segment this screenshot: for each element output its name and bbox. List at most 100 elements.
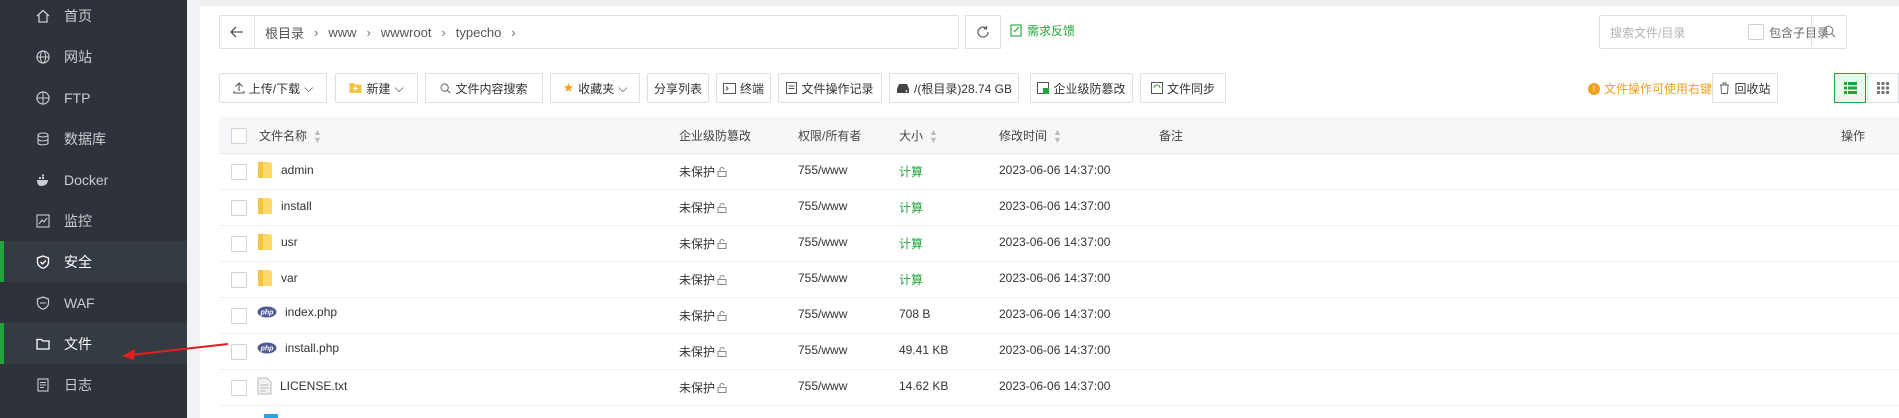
sidebar-item-logs[interactable]: 日志 — [0, 364, 187, 405]
grid-view-icon — [1877, 82, 1889, 94]
share-list-button[interactable]: 分享列表 — [647, 73, 709, 103]
permission-owner[interactable]: 755/www — [798, 199, 847, 213]
file-name[interactable]: usr — [281, 235, 298, 249]
row-checkbox[interactable] — [231, 272, 247, 288]
row-checkbox[interactable] — [231, 380, 247, 396]
file-size[interactable]: 计算 — [899, 163, 923, 180]
file-name-cell[interactable]: usr — [257, 233, 298, 251]
tamper-status[interactable]: 未保护 — [679, 271, 727, 288]
file-name[interactable]: install — [281, 199, 312, 213]
unlock-icon — [717, 383, 727, 393]
sidebar-item-home[interactable]: 首页 — [0, 0, 187, 36]
header-name[interactable]: 文件名称 ▲ ▼ — [259, 127, 322, 144]
breadcrumb[interactable]: 根目录 › www › wwwroot › typecho › — [219, 15, 959, 49]
modified-time: 2023-06-06 14:37:00 — [999, 199, 1111, 213]
search-button[interactable] — [1811, 16, 1846, 46]
file-name[interactable]: LICENSE.txt — [280, 379, 347, 393]
folder-icon — [258, 234, 272, 250]
table-row[interactable]: LICENSE.txt 未保护 755/www 14.62 KB 2023-06-06 … — [219, 369, 1899, 406]
table-row[interactable]: usr 未保护 755/www 计算 2023-06-06 14:37:00 — [219, 225, 1899, 262]
list-view-button[interactable] — [1834, 73, 1866, 103]
table-row[interactable]: admin 未保护 755/www 计算 2023-06-06 14:37:00 — [219, 153, 1899, 190]
tamper-status[interactable]: 未保护 — [679, 163, 727, 180]
file-icon — [264, 414, 278, 418]
sidebar-item-monitor[interactable]: 监控 — [0, 200, 187, 241]
tamper-proof-button[interactable]: 企业级防篡改 — [1030, 73, 1133, 103]
log-icon — [786, 82, 798, 94]
modified-time: 2023-06-06 14:37:00 — [999, 235, 1111, 249]
tamper-status[interactable]: 未保护 — [679, 343, 727, 360]
permission-owner[interactable]: 755/www — [798, 307, 847, 321]
file-name[interactable]: admin — [281, 163, 314, 177]
file-sync-button[interactable]: 文件同步 — [1140, 73, 1226, 103]
monitor-icon — [34, 212, 52, 230]
content-search-button[interactable]: 文件内容搜索 — [425, 73, 543, 103]
new-folder-icon — [349, 83, 362, 93]
upload-download-button[interactable]: 上传/下载 ⌵ — [219, 73, 327, 103]
tamper-status[interactable]: 未保护 — [679, 199, 727, 216]
operation-log-button[interactable]: 文件操作记录 — [778, 73, 882, 103]
file-name-cell[interactable]: var — [257, 269, 298, 287]
crumb-typecho[interactable]: typecho — [456, 25, 502, 40]
terminal-button[interactable]: 终端 — [716, 73, 771, 103]
sync-icon — [1150, 82, 1163, 94]
sidebar-item-docker[interactable]: Docker — [0, 159, 187, 200]
select-all-checkbox[interactable] — [231, 128, 247, 144]
grid-view-button[interactable] — [1867, 73, 1899, 103]
folder-icon — [258, 198, 272, 214]
file-name-cell[interactable]: LICENSE.txt — [257, 377, 347, 395]
header-mtime[interactable]: 修改时间 ▲ ▼ — [999, 127, 1062, 144]
row-checkbox[interactable] — [231, 308, 247, 324]
file-size[interactable]: 计算 — [899, 199, 923, 216]
file-name[interactable]: install.php — [285, 341, 339, 355]
file-name-cell[interactable]: php install.php — [257, 341, 339, 355]
sidebar-item-ftp[interactable]: FTP — [0, 77, 187, 118]
unlock-icon — [717, 239, 727, 249]
crumb-www[interactable]: www — [328, 25, 356, 40]
sidebar-item-security[interactable]: 安全 — [0, 241, 187, 282]
disk-button[interactable]: /(根目录)28.74 GB — [889, 73, 1019, 103]
sidebar-item-label: Docker — [64, 171, 109, 188]
php-file-icon: php — [257, 306, 277, 318]
search-icon — [1823, 25, 1835, 37]
header-size[interactable]: 大小 ▲ ▼ — [899, 127, 938, 144]
tamper-status[interactable]: 未保护 — [679, 235, 727, 252]
permission-owner[interactable]: 755/www — [798, 235, 847, 249]
feedback-link[interactable]: 需求反馈 — [1010, 22, 1075, 39]
search-input[interactable]: 搜索文件/目录 — [1610, 24, 1748, 41]
sidebar-item-website[interactable]: 网站 — [0, 36, 187, 77]
table-row[interactable]: var 未保护 755/www 计算 2023-06-06 14:37:00 — [219, 261, 1899, 298]
file-name[interactable]: index.php — [285, 305, 337, 319]
permission-owner[interactable]: 755/www — [798, 379, 847, 393]
include-subdir-checkbox[interactable] — [1748, 24, 1764, 40]
table-row[interactable]: php index.php 未保护 755/www 708 B 2023-06-06 14… — [219, 297, 1899, 334]
row-checkbox[interactable] — [231, 200, 247, 216]
sidebar-item-database[interactable]: 数据库 — [0, 118, 187, 159]
table-row[interactable]: install 未保护 755/www 计算 2023-06-06 14:37:00 — [219, 189, 1899, 226]
row-checkbox[interactable] — [231, 164, 247, 180]
recycle-bin-button[interactable]: 回收站 — [1712, 73, 1778, 103]
crumb-root[interactable]: 根目录 — [265, 23, 304, 42]
file-size[interactable]: 计算 — [899, 271, 923, 288]
sidebar-item-waf[interactable]: WAF — [0, 282, 187, 323]
permission-owner[interactable]: 755/www — [798, 163, 847, 177]
file-size[interactable]: 计算 — [899, 235, 923, 252]
permission-owner[interactable]: 755/www — [798, 343, 847, 357]
row-checkbox[interactable] — [231, 344, 247, 360]
file-name-cell[interactable]: php index.php — [257, 305, 337, 319]
permission-owner[interactable]: 755/www — [798, 271, 847, 285]
refresh-button[interactable] — [965, 15, 1001, 49]
file-name-cell[interactable]: install — [257, 197, 312, 215]
file-name[interactable]: var — [281, 271, 298, 285]
back-arrow-icon[interactable] — [220, 16, 255, 48]
file-name-cell[interactable]: admin — [257, 161, 314, 179]
unlock-icon — [717, 203, 727, 213]
table-row[interactable]: php install.php 未保护 755/www 49.41 KB 2023-06-… — [219, 333, 1899, 370]
new-button[interactable]: 新建 ⌵ — [335, 73, 418, 103]
favorites-button[interactable]: ★ 收藏夹 ⌵ — [550, 73, 640, 103]
tamper-status[interactable]: 未保护 — [679, 307, 727, 324]
new-label: 新建 — [366, 81, 391, 96]
crumb-wwwroot[interactable]: wwwroot — [381, 25, 432, 40]
tamper-status[interactable]: 未保护 — [679, 379, 727, 396]
row-checkbox[interactable] — [231, 236, 247, 252]
